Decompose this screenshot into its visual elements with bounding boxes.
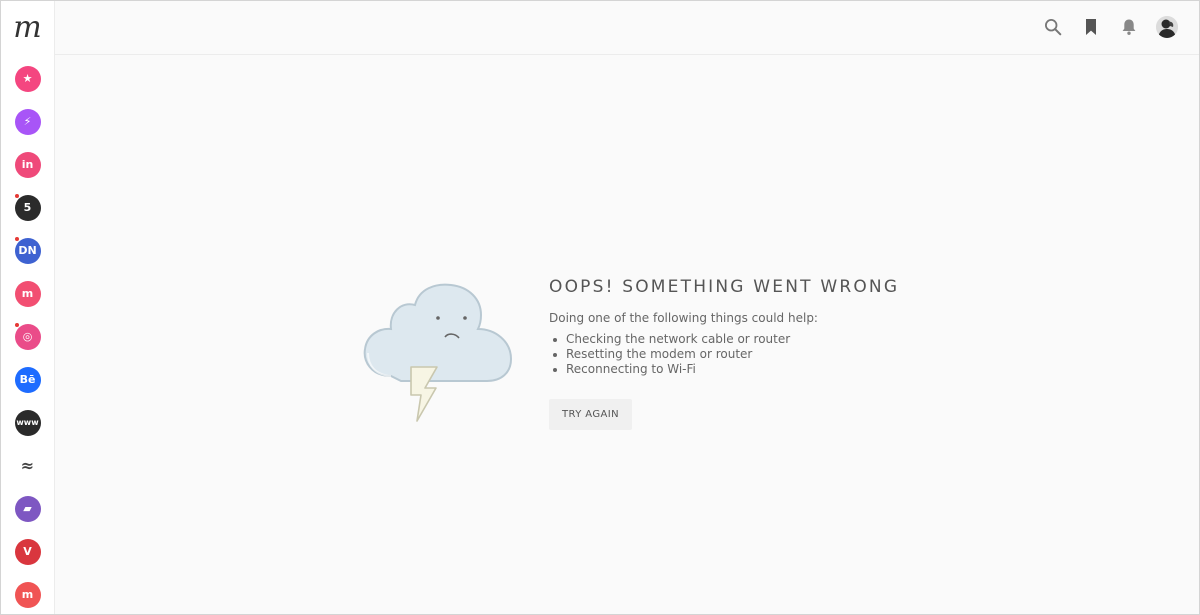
sidebar: m ★ ⚡ in 5 DN m ◎ Bē www ≈ ▰ Vm <box>1 1 55 614</box>
www-app-icon: www <box>14 409 41 436</box>
sidebar-app-muzli-script[interactable]: m <box>1 573 54 614</box>
sidebar-app-muzli[interactable]: m <box>1 272 54 315</box>
error-panel: OOPS! SOMETHING WENT WRONG Doing one of … <box>361 271 921 441</box>
app-window: m ★ ⚡ in 5 DN m ◎ Bē www ≈ ▰ Vm OOPS! SO… <box>0 0 1200 615</box>
vivaldi-app-icon: V <box>14 538 41 565</box>
sidebar-app-number-app[interactable]: 5 <box>1 186 54 229</box>
notifications-button[interactable] <box>1110 14 1148 40</box>
muzli-script-icon: m <box>14 581 41 608</box>
error-lead: Doing one of the following things could … <box>549 311 818 325</box>
sidebar-app-behance[interactable]: Bē <box>1 358 54 401</box>
profile-button[interactable] <box>1148 14 1186 40</box>
sidebar-app-ticket-app[interactable]: ▰ <box>1 487 54 530</box>
ticket-app-icon: ▰ <box>14 495 41 522</box>
bell-icon <box>1122 19 1136 35</box>
help-item: Resetting the modem or router <box>549 347 929 362</box>
top-icons <box>1034 14 1186 40</box>
sidebar-app-dribbble[interactable]: ◎ <box>1 315 54 358</box>
notification-dot <box>14 322 20 328</box>
help-list: Checking the network cable or router Res… <box>549 332 929 377</box>
bookmark-button[interactable] <box>1072 14 1110 40</box>
sidebar-app-invision[interactable]: in <box>1 143 54 186</box>
sidebar-app-list: ★ ⚡ in 5 DN m ◎ Bē www ≈ ▰ Vm <box>1 57 54 614</box>
muzli-icon: m <box>14 280 41 307</box>
notification-dot <box>14 193 20 199</box>
error-title: OOPS! SOMETHING WENT WRONG <box>549 277 900 297</box>
sidebar-app-wave-app[interactable]: ≈ <box>1 444 54 487</box>
sidebar-app-vivaldi-app[interactable]: V <box>1 530 54 573</box>
notification-dot <box>14 236 20 242</box>
error-text: OOPS! SOMETHING WENT WRONG Doing one of … <box>549 277 929 430</box>
behance-icon: Bē <box>14 366 41 393</box>
search-icon <box>1044 18 1062 36</box>
sidebar-app-product-hunt[interactable]: ★ <box>1 57 54 100</box>
avatar <box>1156 16 1178 38</box>
top-bar <box>55 1 1199 55</box>
sidebar-app-designer-news[interactable]: DN <box>1 229 54 272</box>
bolt-app-icon: ⚡ <box>14 108 41 135</box>
app-logo[interactable]: m <box>1 1 54 54</box>
try-again-button[interactable]: TRY AGAIN <box>549 399 632 430</box>
help-item: Checking the network cable or router <box>549 332 929 347</box>
help-item: Reconnecting to Wi-Fi <box>549 362 929 377</box>
sidebar-app-bolt-app[interactable]: ⚡ <box>1 100 54 143</box>
product-hunt-icon: ★ <box>14 65 41 92</box>
invision-icon: in <box>14 151 41 178</box>
storm-cloud-illustration <box>363 283 513 422</box>
wave-app-icon: ≈ <box>14 452 41 479</box>
bookmark-icon <box>1086 19 1096 35</box>
search-button[interactable] <box>1034 14 1072 40</box>
sidebar-app-www-app[interactable]: www <box>1 401 54 444</box>
